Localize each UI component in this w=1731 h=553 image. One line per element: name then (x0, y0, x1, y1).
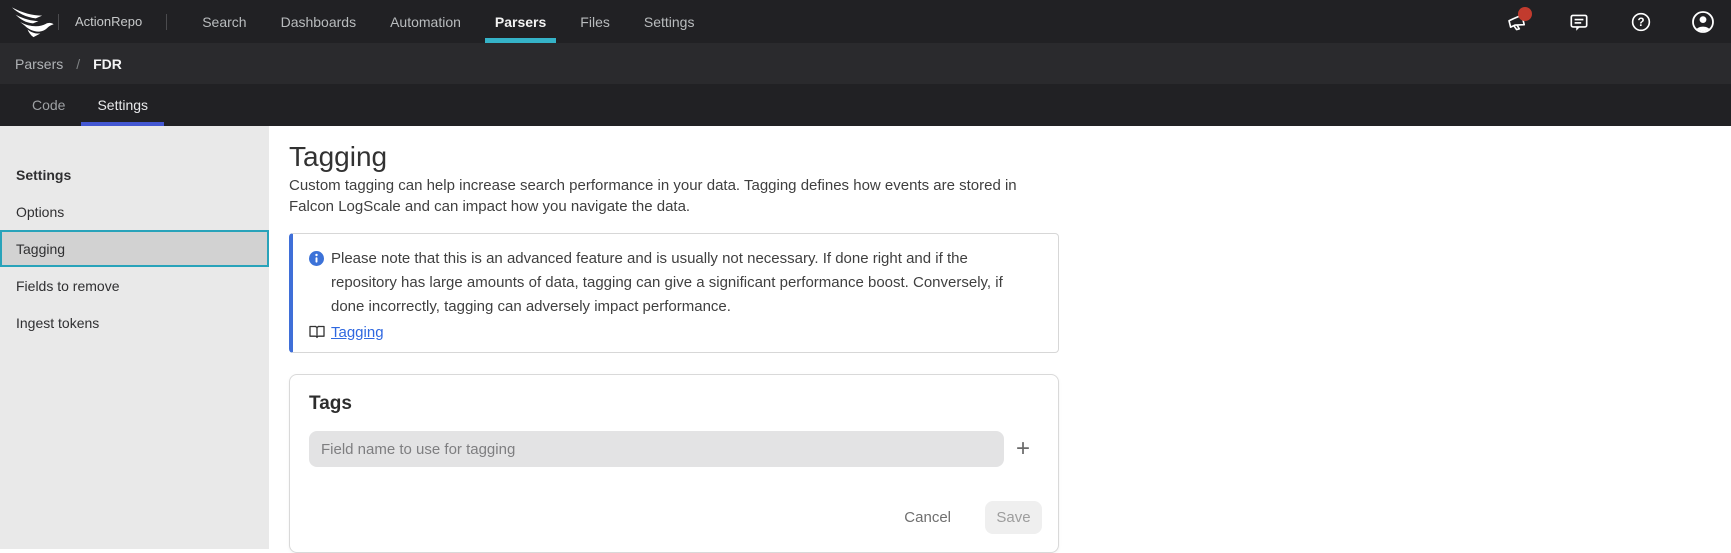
nav-item-settings[interactable]: Settings (632, 0, 707, 43)
notification-badge (1518, 7, 1532, 21)
advanced-feature-info-box: Please note that this is an advanced fea… (289, 233, 1059, 353)
crowdstrike-falcon-logo-icon[interactable] (8, 6, 58, 38)
description-line: Falcon LogScale and can impact how you n… (289, 196, 1731, 217)
info-line: done incorrectly, tagging can adversely … (331, 295, 1003, 319)
svg-text:?: ? (1637, 16, 1644, 28)
documentation-book-icon (309, 325, 325, 339)
info-line: Please note that this is an advanced fea… (331, 247, 1003, 271)
sidebar-item-options[interactable]: Options (0, 193, 269, 230)
tab-settings[interactable]: Settings (81, 84, 164, 126)
tag-field-name-input[interactable] (309, 431, 1004, 467)
settings-sidebar: Settings Options Tagging Fields to remov… (0, 126, 269, 549)
page-title: Tagging (289, 141, 1731, 173)
nav-item-files[interactable]: Files (568, 0, 622, 43)
topbar-icons: ? (1505, 10, 1715, 34)
parser-tabs: Code Settings (0, 84, 1731, 126)
cancel-button[interactable]: Cancel (898, 508, 957, 527)
main-nav: Search Dashboards Automation Parsers Fil… (185, 0, 711, 43)
nav-item-dashboards[interactable]: Dashboards (269, 0, 369, 43)
nav-item-automation[interactable]: Automation (378, 0, 473, 43)
top-navigation-bar: ActionRepo Search Dashboards Automation … (0, 0, 1731, 43)
announcements-icon[interactable] (1505, 10, 1529, 34)
save-button[interactable]: Save (985, 501, 1042, 534)
nav-item-search[interactable]: Search (190, 0, 258, 43)
breadcrumb-parsers[interactable]: Parsers (15, 56, 63, 72)
repository-name[interactable]: ActionRepo (75, 14, 142, 29)
feedback-icon[interactable] (1567, 10, 1591, 34)
sidebar-item-fields-to-remove[interactable]: Fields to remove (0, 267, 269, 304)
divider (58, 14, 59, 30)
add-tag-plus-icon[interactable]: + (1004, 431, 1042, 467)
breadcrumb-separator: / (76, 56, 80, 72)
divider (166, 14, 167, 30)
tags-card-title: Tags (309, 393, 1042, 415)
info-icon (309, 251, 324, 266)
breadcrumb-current-parser: FDR (93, 56, 122, 72)
help-icon[interactable]: ? (1629, 10, 1653, 34)
sidebar-heading: Settings (0, 156, 269, 193)
account-avatar-icon[interactable] (1691, 10, 1715, 34)
description-line: Custom tagging can help increase search … (289, 175, 1731, 196)
tagging-docs-link[interactable]: Tagging (331, 324, 384, 341)
breadcrumb: Parsers / FDR (0, 43, 1731, 84)
nav-item-parsers[interactable]: Parsers (483, 0, 558, 43)
tags-card: Tags + Cancel Save (289, 374, 1059, 553)
sidebar-item-tagging[interactable]: Tagging (0, 230, 269, 267)
info-text: Please note that this is an advanced fea… (331, 247, 1003, 319)
tab-code[interactable]: Code (16, 84, 81, 126)
info-line: repository has large amounts of data, ta… (331, 271, 1003, 295)
sidebar-item-ingest-tokens[interactable]: Ingest tokens (0, 304, 269, 341)
content-area: Settings Options Tagging Fields to remov… (0, 126, 1731, 549)
tagging-settings-panel: Tagging Custom tagging can help increase… (269, 126, 1731, 549)
page-description: Custom tagging can help increase search … (289, 175, 1731, 217)
